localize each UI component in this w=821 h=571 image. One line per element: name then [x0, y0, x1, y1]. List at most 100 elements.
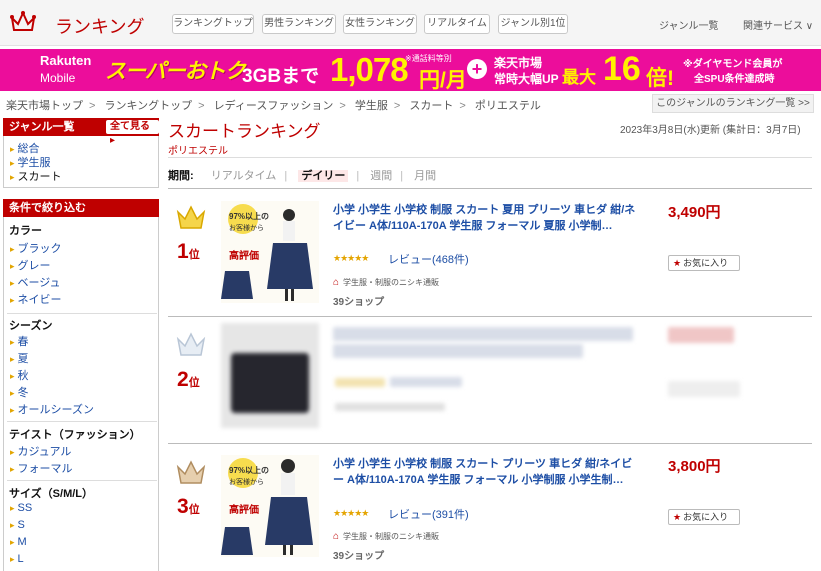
- genre-list-link[interactable]: ジャンル一覧: [659, 17, 719, 32]
- banner-price: 1,078: [330, 51, 409, 88]
- plus-icon: +: [467, 59, 487, 79]
- banner-note-spu: 全SPU条件達成時: [694, 74, 775, 85]
- tab-realtime[interactable]: リアルタイム: [424, 14, 490, 34]
- rakuten-mobile-banner[interactable]: Rakuten Mobile スーパーおトク 3GBまで 1,078 ※通話料等…: [0, 49, 821, 91]
- crumb-skirt[interactable]: スカート: [409, 100, 453, 112]
- banner-max: 最大: [562, 68, 596, 87]
- subgenre-link[interactable]: ポリエステル: [168, 142, 228, 157]
- filter-size-m[interactable]: M: [10, 536, 27, 548]
- banner-note-call: ※通話料等別: [405, 54, 452, 63]
- filter-taste-casual[interactable]: カジュアル: [10, 443, 72, 459]
- product-image[interactable]: 97%以上の お客様から 高評価: [221, 455, 319, 557]
- item-divider: [168, 443, 812, 444]
- review-link[interactable]: レビュー(391件): [388, 506, 469, 522]
- filter-color-gray[interactable]: グレー: [10, 257, 51, 273]
- crumb-ladies[interactable]: レディースファッション: [214, 100, 334, 112]
- silver-crown-icon: [176, 332, 206, 356]
- shop-link[interactable]: 学生服・制服のニシキ通販: [333, 531, 439, 542]
- tab-genre-top[interactable]: ジャンル別1位: [498, 14, 568, 34]
- crumb-separator: >: [393, 100, 401, 112]
- title-divider: [168, 157, 812, 158]
- banner-16: 16: [603, 50, 641, 88]
- crumb-separator: >: [339, 100, 346, 112]
- filter-season-autumn[interactable]: 秋: [10, 367, 29, 383]
- item-divider: [168, 316, 812, 317]
- sidebar-genre-title: ジャンル一覧: [9, 121, 75, 133]
- thumb-pct: 97%以上の: [229, 212, 270, 221]
- product-price: 3,490円: [668, 204, 721, 221]
- rating-stars-icon: ★★★★★: [333, 253, 369, 263]
- ranking-logo-text[interactable]: ランキング: [55, 13, 144, 39]
- product-title-link[interactable]: 小学 小学生 小学校 制服 スカート プリーツ 車ヒダ 紺/ネイビー A体/11…: [333, 456, 643, 488]
- tab-ranking-top[interactable]: ランキングトップ: [172, 14, 254, 34]
- filter-taste-formal[interactable]: フォーマル: [10, 460, 73, 476]
- filter-size-s[interactable]: S: [10, 519, 25, 531]
- rank-number: 2位: [177, 368, 200, 392]
- rank-number: 3位: [177, 495, 200, 519]
- filter-taste-title: テイスト（ファッション）: [9, 429, 141, 441]
- crumb-school-uniform[interactable]: 学生服: [355, 100, 388, 112]
- favorite-label: お気に入り: [683, 512, 729, 522]
- related-services-menu[interactable]: 関連サービス ∨: [743, 17, 813, 32]
- tab-female-ranking[interactable]: 女性ランキング: [343, 14, 417, 34]
- rank-suffix: 位: [188, 504, 200, 516]
- crumb-rakuten-top[interactable]: 楽天市場トップ: [6, 100, 83, 112]
- product-title-link[interactable]: 小学 小学生 小学校 制服 スカート 夏用 プリーツ 車ヒダ 紺/ネイビー A体…: [333, 202, 643, 234]
- filter-color-black[interactable]: ブラック: [10, 240, 62, 256]
- banner-bai: 倍!: [646, 67, 674, 90]
- rank-3: 3: [177, 495, 189, 518]
- filter-color-beige[interactable]: ベージュ: [10, 274, 61, 290]
- filter-season-winter[interactable]: 冬: [10, 384, 29, 400]
- filter-color-navy[interactable]: ネイビー: [10, 291, 62, 307]
- period-daily[interactable]: デイリー: [298, 170, 349, 182]
- filter-size-title: サイズ（S/M/L）: [9, 488, 94, 500]
- see-all-button[interactable]: 全て見る ▸: [106, 120, 159, 146]
- thumb-text2: 高評価: [229, 251, 259, 262]
- filter-season-spring[interactable]: 春: [10, 333, 29, 349]
- favorite-button[interactable]: ★ お気に入り: [668, 255, 740, 271]
- period-separator: |: [356, 170, 360, 182]
- blurred-price: [668, 327, 734, 343]
- thumb-text2: 高評価: [229, 505, 259, 516]
- banner-yen-month: 円/月: [419, 69, 467, 91]
- shop-link[interactable]: 学生服・制服のニシキ通販: [333, 277, 439, 288]
- updated-date: 2023年3月8日(水)更新 (集計日：3月7日): [620, 125, 801, 136]
- product-image[interactable]: 97%以上の お客様から 高評価: [221, 201, 319, 303]
- rank-suffix: 位: [188, 249, 200, 261]
- filter-season-all[interactable]: オールシーズン: [10, 401, 94, 417]
- sidebar-divider: [7, 421, 157, 422]
- page-title: スカートランキング: [168, 122, 321, 141]
- favorite-label: お気に入り: [683, 258, 729, 268]
- period-separator: |: [284, 170, 288, 182]
- filter-size-ss[interactable]: SS: [10, 502, 33, 514]
- banner-rakuten: Rakuten: [40, 53, 92, 68]
- star-icon: ★: [673, 512, 682, 522]
- favorite-button[interactable]: ★ お気に入り: [668, 509, 740, 525]
- filter-season-summer[interactable]: 夏: [10, 350, 29, 366]
- period-separator: |: [400, 170, 404, 182]
- blurred-review: [390, 377, 462, 387]
- period-realtime[interactable]: リアルタイム: [211, 170, 277, 182]
- filter-size-l[interactable]: L: [10, 553, 24, 565]
- rank-1: 1: [177, 240, 189, 263]
- 39shop-badge: 39ショップ: [333, 551, 385, 562]
- banner-market-up: 常時大幅UP: [494, 72, 559, 86]
- crumb-ranking-top[interactable]: ランキングトップ: [105, 100, 193, 112]
- period-selector: 期間: リアルタイム | デイリー | 週間 | 月間: [168, 167, 436, 183]
- review-link[interactable]: レビュー(468件): [388, 251, 469, 267]
- crown-logo-icon[interactable]: [10, 10, 36, 34]
- filter-color-title: カラー: [9, 225, 42, 237]
- period-monthly[interactable]: 月間: [414, 170, 436, 182]
- sidebar-divider: [7, 480, 157, 481]
- genre-ranking-list-link[interactable]: このジャンルのランキング一覧 >>: [652, 94, 814, 113]
- product-image-blurred[interactable]: [221, 323, 319, 428]
- sidebar-genre-skirt[interactable]: スカート: [10, 168, 62, 184]
- crumb-polyester[interactable]: ポリエステル: [475, 100, 541, 112]
- rating-stars-icon: ★★★★★: [333, 508, 369, 518]
- period-weekly[interactable]: 週間: [370, 170, 392, 182]
- thumb-pct: 97%以上の: [229, 466, 270, 475]
- tab-male-ranking[interactable]: 男性ランキング: [262, 14, 336, 34]
- banner-3gb: 3GBまで: [242, 66, 320, 87]
- filter-season-title: シーズン: [9, 320, 53, 332]
- rank-number: 1位: [177, 240, 200, 264]
